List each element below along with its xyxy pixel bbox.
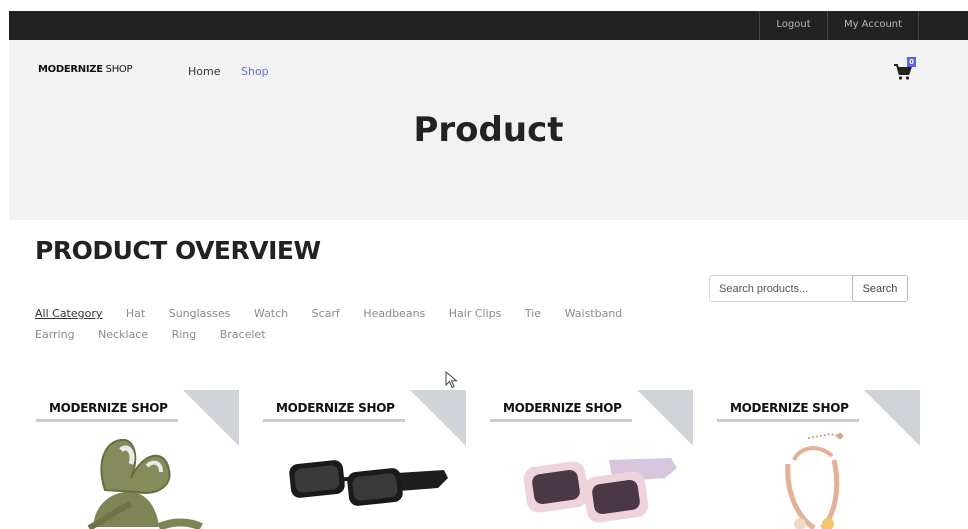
brand-underline [717,419,859,422]
category-earring[interactable]: Earring [35,324,75,345]
section-title: PRODUCT OVERVIEW [35,236,321,265]
nav-home-link[interactable]: Home [188,65,220,78]
card-brand: MODERNIZE SHOP [276,401,395,415]
brand-underline [490,419,632,422]
pink-sunglasses-image [523,458,677,523]
category-watch[interactable]: Watch [254,303,288,324]
category-scarf[interactable]: Scarf [312,303,340,324]
brand-underline [263,419,405,422]
category-necklace[interactable]: Necklace [98,324,148,345]
category-filter: All Category Hat Sunglasses Watch Scarf … [35,303,675,345]
category-hair-clips[interactable]: Hair Clips [449,303,502,324]
page-header: MODERNIZE SHOP Home Shop 0 Product [9,40,968,220]
category-sunglasses[interactable]: Sunglasses [169,303,231,324]
nav-shop-link[interactable]: Shop [241,65,269,78]
card-brand: MODERNIZE SHOP [503,401,622,415]
cart-count-badge: 0 [907,57,916,67]
category-headbeans[interactable]: Headbeans [363,303,425,324]
card-brand: MODERNIZE SHOP [730,401,849,415]
category-tie[interactable]: Tie [525,303,541,324]
mouse-cursor-icon [445,371,458,389]
search-input[interactable] [709,275,853,302]
brand-underline [36,419,178,422]
product-card[interactable]: MODERNIZE SHOP [35,390,239,529]
product-card[interactable]: MODERNIZE SHOP [262,390,466,529]
black-sunglasses-image [289,460,448,506]
shop-logo[interactable]: MODERNIZE SHOP [38,64,133,75]
search-button[interactable]: Search [852,275,908,302]
category-ring[interactable]: Ring [172,324,197,345]
category-bracelet[interactable]: Bracelet [220,324,266,345]
my-account-link[interactable]: My Account [827,11,919,40]
logout-link[interactable]: Logout [759,11,827,40]
category-all[interactable]: All Category [35,303,102,324]
top-bar: Logout My Account [9,11,968,40]
hair-clip-image [87,438,203,529]
page-title: Product [413,110,564,150]
category-waistband[interactable]: Waistband [565,303,623,324]
bracelet-image [785,432,843,529]
category-hat[interactable]: Hat [126,303,145,324]
card-brand: MODERNIZE SHOP [49,401,168,415]
product-card[interactable]: MODERNIZE SHOP [489,390,693,529]
product-card[interactable]: MODERNIZE SHOP [716,390,920,529]
